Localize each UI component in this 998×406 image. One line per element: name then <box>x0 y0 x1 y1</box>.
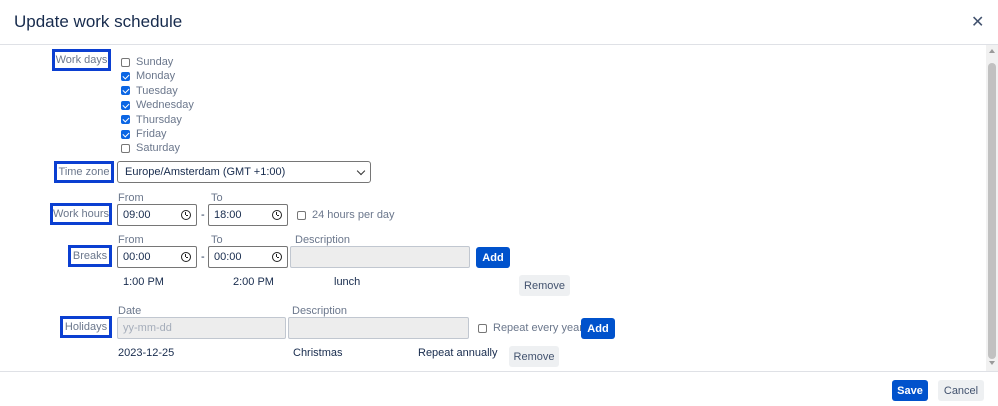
day-row-wednesday[interactable]: Wednesday <box>121 99 194 111</box>
work-hours-from-value: 09:00 <box>123 209 151 221</box>
day-checkbox-friday[interactable] <box>121 129 130 139</box>
day-checkbox-saturday[interactable] <box>121 143 130 153</box>
close-icon[interactable]: ✕ <box>971 12 984 32</box>
add-break-button[interactable]: Add <box>476 247 510 268</box>
holiday-row-description: Christmas <box>293 347 343 359</box>
breaks-label: Breaks <box>68 245 112 267</box>
work-hours-to-value: 18:00 <box>214 209 242 221</box>
remove-break-button[interactable]: Remove <box>519 275 570 296</box>
break-to-input[interactable]: 00:00 <box>208 246 288 268</box>
all-day-label: 24 hours per day <box>312 209 395 221</box>
day-label: Thursday <box>136 113 182 126</box>
all-day-checkbox-row[interactable]: 24 hours per day <box>297 209 395 221</box>
scroll-up-icon[interactable] <box>989 49 995 53</box>
scrollbar-thumb[interactable] <box>988 63 996 359</box>
break-to-value: 00:00 <box>214 251 242 263</box>
dialog-footer: Save Cancel <box>0 371 998 406</box>
work-hours-separator: - <box>201 209 205 221</box>
time-zone-label: Time zone <box>54 161 114 183</box>
break-description-input[interactable] <box>290 246 470 268</box>
day-label: Saturday <box>136 142 181 155</box>
day-row-thursday[interactable]: Thursday <box>121 114 182 126</box>
day-label: Tuesday <box>136 84 178 97</box>
work-hours-label: Work hours <box>50 203 112 225</box>
save-button[interactable]: Save <box>892 380 928 401</box>
day-checkbox-sunday[interactable] <box>121 57 130 67</box>
vertical-scrollbar[interactable] <box>986 45 998 371</box>
clock-icon <box>272 252 282 262</box>
clock-icon <box>181 210 191 220</box>
day-label: Monday <box>136 70 176 83</box>
day-row-sunday[interactable]: Sunday <box>121 56 173 68</box>
scroll-down-icon[interactable] <box>989 361 995 365</box>
holiday-date-label: Date <box>118 305 142 317</box>
holiday-date-placeholder: yy-mm-dd <box>123 322 172 334</box>
break-row-from: 1:00 PM <box>123 276 164 288</box>
day-row-monday[interactable]: Monday <box>121 70 175 82</box>
break-from-value: 00:00 <box>123 251 151 263</box>
holiday-description-label: Description <box>292 305 348 317</box>
work-hours-to-label: To <box>211 192 223 204</box>
add-holiday-button[interactable]: Add <box>581 318 615 339</box>
break-from-input[interactable]: 00:00 <box>117 246 197 268</box>
day-row-saturday[interactable]: Saturday <box>121 142 180 154</box>
time-zone-value: Europe/Amsterdam (GMT +1:00) <box>125 166 286 178</box>
breaks-to-label: To <box>211 234 223 246</box>
break-separator: - <box>201 251 205 263</box>
holidays-label: Holidays <box>60 316 112 338</box>
dialog-body: Work days Sunday Monday Tuesday Wednesday Th… <box>0 45 986 371</box>
day-row-friday[interactable]: Friday <box>121 128 167 140</box>
work-days-label: Work days <box>52 49 111 71</box>
break-row-description: lunch <box>334 276 361 288</box>
repeat-every-year-row[interactable]: Repeat every year <box>478 322 583 334</box>
day-row-tuesday[interactable]: Tuesday <box>121 85 178 97</box>
cancel-button[interactable]: Cancel <box>938 380 984 401</box>
day-label: Friday <box>136 128 167 140</box>
day-checkbox-monday[interactable] <box>121 71 130 81</box>
holiday-description-input[interactable] <box>288 317 469 339</box>
work-hours-to-input[interactable]: 18:00 <box>208 204 288 226</box>
time-zone-select[interactable]: Europe/Amsterdam (GMT +1:00) <box>117 161 371 183</box>
day-checkbox-tuesday[interactable] <box>121 86 130 96</box>
repeat-every-year-checkbox[interactable] <box>478 323 487 333</box>
dialog-header: Update work schedule ✕ <box>0 0 998 45</box>
remove-holiday-button[interactable]: Remove <box>509 346 559 367</box>
all-day-checkbox[interactable] <box>297 210 306 220</box>
chevron-down-icon <box>356 166 366 176</box>
holiday-row-date: 2023-12-25 <box>118 347 175 359</box>
clock-icon <box>272 210 282 220</box>
repeat-every-year-label: Repeat every year <box>493 322 583 334</box>
clock-icon <box>181 252 191 262</box>
holiday-date-input[interactable]: yy-mm-dd <box>117 317 286 339</box>
break-row-to: 2:00 PM <box>233 276 274 288</box>
day-checkbox-wednesday[interactable] <box>121 100 130 110</box>
breaks-description-label: Description <box>295 234 351 246</box>
day-checkbox-thursday[interactable] <box>121 115 130 125</box>
breaks-from-label: From <box>118 234 144 246</box>
work-hours-from-label: From <box>118 192 144 204</box>
work-hours-from-input[interactable]: 09:00 <box>117 204 197 226</box>
day-label: Sunday <box>136 56 174 68</box>
dialog-title: Update work schedule <box>14 12 183 31</box>
holiday-row-repeat: Repeat annually <box>418 347 498 359</box>
day-label: Wednesday <box>136 99 194 112</box>
